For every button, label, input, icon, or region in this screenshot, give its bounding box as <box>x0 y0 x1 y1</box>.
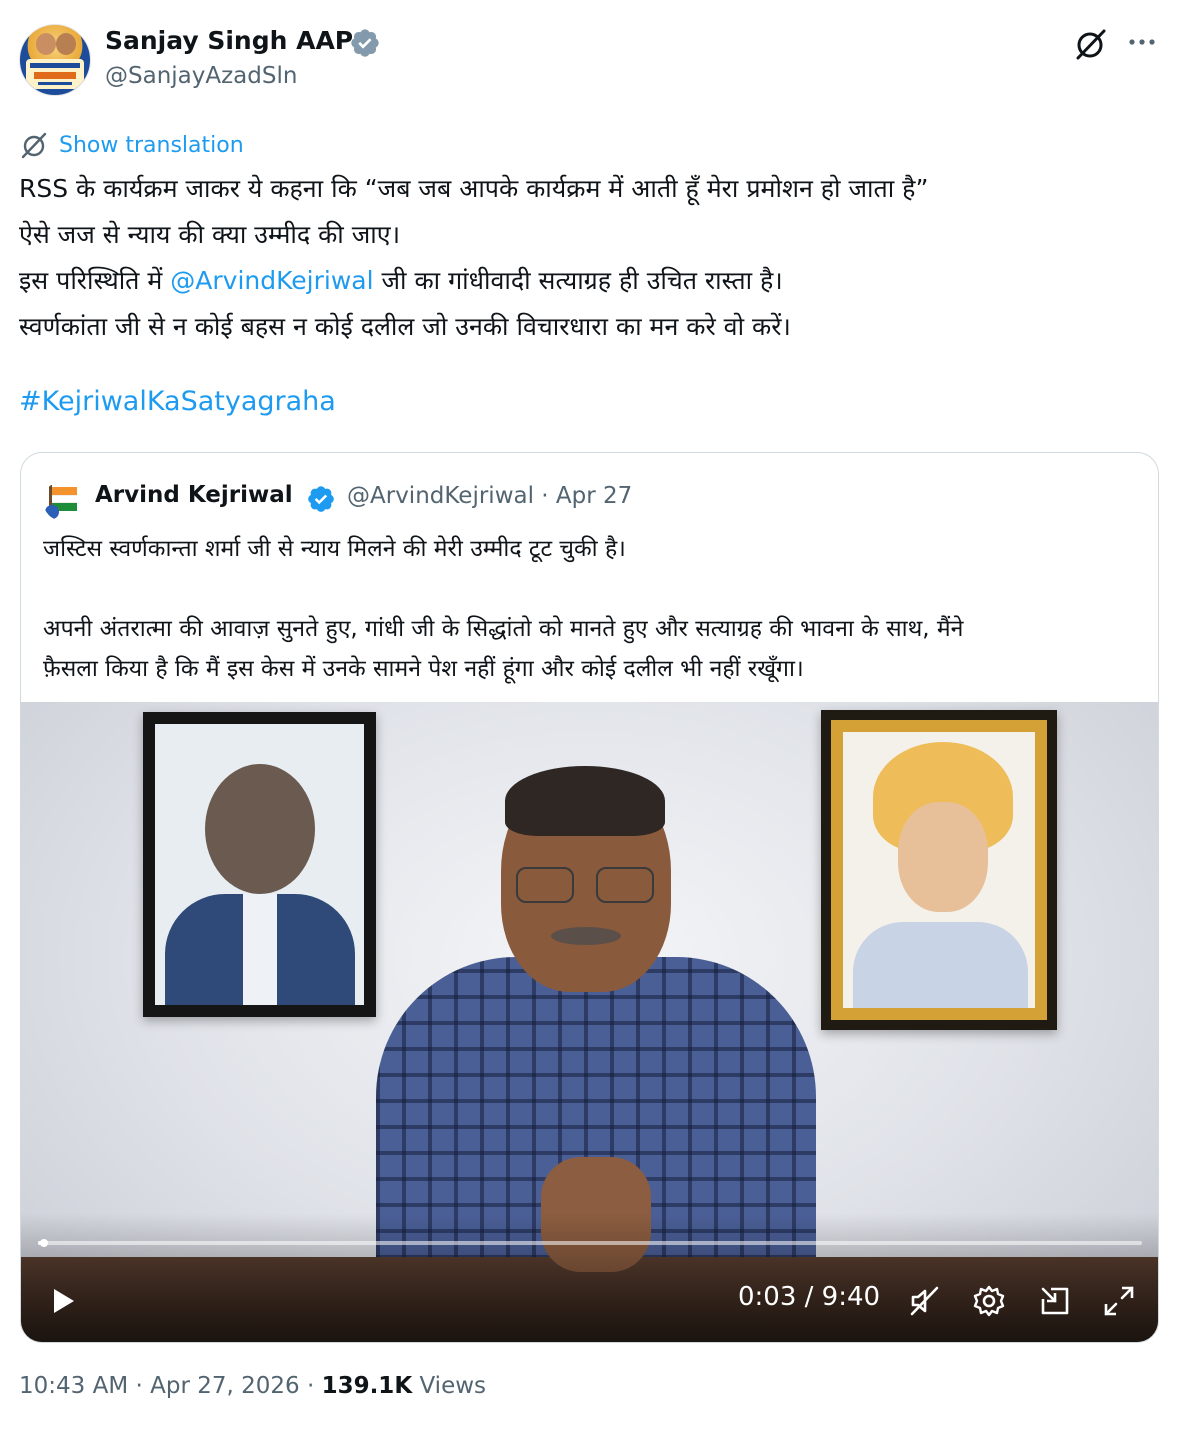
verified-badge-icon <box>308 486 334 512</box>
author-handle[interactable]: @SanjayAzadSln <box>105 63 297 89</box>
views-count: 139.1K <box>321 1373 413 1399</box>
portrait-frame-left <box>143 712 376 1017</box>
hashtag-link[interactable]: #KejriwalKaSatyagraha <box>19 386 336 417</box>
speaker-glasses <box>516 867 656 907</box>
author-name[interactable]: Sanjay Singh AAP <box>105 26 353 55</box>
pip-icon[interactable] <box>1037 1283 1073 1319</box>
speaker-mustache <box>551 927 621 945</box>
play-icon[interactable] <box>47 1285 79 1317</box>
verified-badge-icon[interactable] <box>349 27 381 59</box>
profile-avatar[interactable] <box>19 24 91 96</box>
avatar-face <box>56 33 76 55</box>
tweet-footer: 10:43 AM · Apr 27, 2026 · 139.1K Views <box>19 1373 486 1399</box>
mention-link[interactable]: @ArvindKejriwal <box>170 266 373 295</box>
video-progress-bar[interactable] <box>38 1239 1142 1247</box>
mute-icon[interactable] <box>907 1283 943 1319</box>
quote-author-name[interactable]: Arvind Kejriwal <box>95 482 293 508</box>
quote-line: जस्टिस स्वर्णकान्ता शर्मा जी से न्याय मि… <box>43 536 626 562</box>
quote-line-blank <box>43 569 1143 609</box>
video-progress-knob[interactable] <box>39 1239 48 1247</box>
tweet-line: ऐसे जज से न्याय की क्या उम्मीद की जाए। <box>19 220 401 249</box>
tweet-text-segment: जी का गांधीवादी सत्याग्रह ही उचित रास्ता… <box>373 266 783 295</box>
video-player[interactable]: 0:03 / 9:40 <box>21 702 1158 1342</box>
views-label: Views <box>412 1373 487 1399</box>
avatar-banner <box>26 59 84 89</box>
grok-icon <box>21 132 47 159</box>
video-time: 0:03 / 9:40 <box>738 1282 881 1312</box>
tweet-line: स्वर्णकांता जी से न कोई बहस न कोई दलील ज… <box>19 312 791 341</box>
quoted-tweet[interactable]: Arvind Kejriwal @ArvindKejriwal · Apr 27… <box>20 452 1159 1343</box>
speaker-hair <box>505 766 665 836</box>
quote-text: जस्टिस स्वर्णकान्ता शर्मा जी से न्याय मि… <box>43 529 1143 689</box>
tweet-text-segment: इस परिस्थिति में <box>19 266 171 295</box>
tweet-timestamp[interactable]: 10:43 AM · Apr 27, 2026 · <box>19 1373 322 1399</box>
tweet-text: RSS के कार्यक्रम जाकर ये कहना कि “जब जब … <box>19 166 1159 350</box>
quote-handle-date[interactable]: @ArvindKejriwal · Apr 27 <box>347 483 632 509</box>
portrait-frame-right <box>821 710 1057 1030</box>
quote-avatar[interactable] <box>43 481 83 521</box>
fullscreen-icon[interactable] <box>1101 1283 1137 1319</box>
video-controls-shade <box>21 1213 1158 1342</box>
grok-icon[interactable] <box>1073 26 1109 62</box>
avatar-face <box>36 33 56 55</box>
quote-line: अपनी अंतरात्मा की आवाज़ सुनते हुए, गांधी… <box>43 616 964 642</box>
show-translation-label: Show translation <box>59 132 244 158</box>
show-translation-link[interactable]: Show translation <box>19 128 244 162</box>
quote-line: फ़ैसला किया है कि मैं इस केस में उनके सा… <box>43 656 804 682</box>
more-icon[interactable] <box>1124 27 1160 57</box>
settings-icon[interactable] <box>971 1283 1007 1319</box>
tweet-line: इस परिस्थिति में @ArvindKejriwal जी का ग… <box>19 258 1159 304</box>
tweet-line: RSS के कार्यक्रम जाकर ये कहना कि “जब जब … <box>19 174 929 203</box>
